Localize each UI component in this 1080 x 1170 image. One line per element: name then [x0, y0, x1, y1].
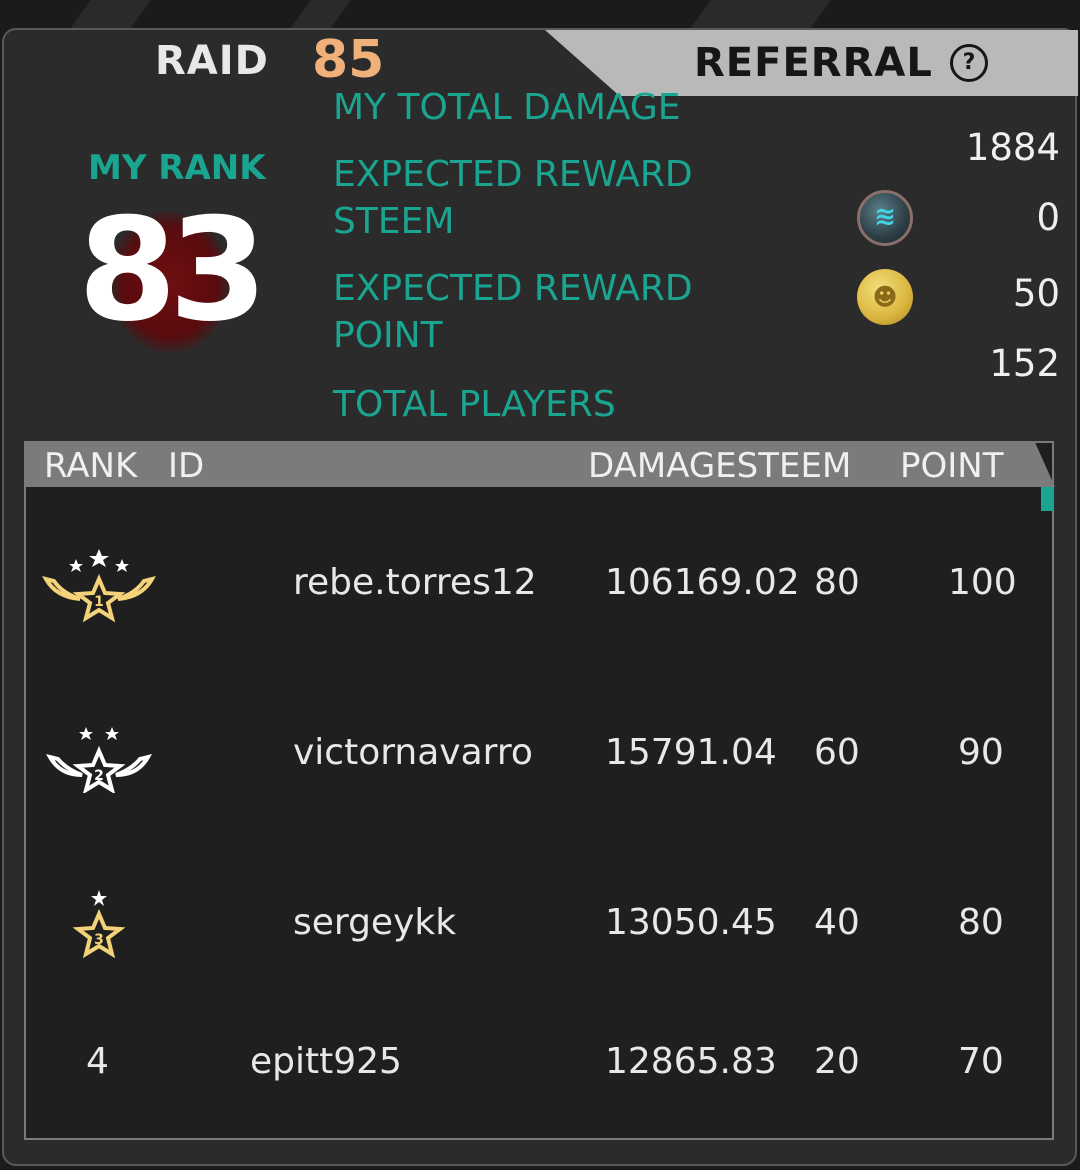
reward-steem-label-line2: STEEM	[333, 201, 455, 242]
row-4-rank: 4	[86, 1041, 109, 1082]
gold-point-coin-icon: ☻	[857, 269, 913, 325]
row-2-damage: 15791.04	[605, 732, 777, 773]
header-rank: RANK	[44, 446, 138, 486]
total-damage-label: MY TOTAL DAMAGE	[333, 87, 681, 128]
background-stripe	[69, 0, 151, 30]
my-rank-label: MY RANK	[88, 148, 266, 188]
reward-point-label-line1: EXPECTED REWARD	[333, 268, 693, 309]
steem-coin-icon: ≋	[857, 190, 913, 246]
row-1-damage: 106169.02	[605, 562, 800, 603]
leaderboard-table[interactable]	[24, 441, 1054, 1140]
row-3-steem: 40	[814, 902, 860, 943]
reward-point-label-line2: POINT	[333, 315, 443, 356]
row-2-steem: 60	[814, 732, 860, 773]
question-circle-icon[interactable]: ?	[950, 44, 988, 82]
reward-steem-label-line1: EXPECTED REWARD	[333, 154, 693, 195]
rank-1-gold-medal-icon: 1	[42, 549, 156, 623]
total-players-value: 152	[989, 342, 1060, 385]
row-2-id[interactable]: victornavarro	[293, 732, 533, 773]
row-1-id[interactable]: rebe.torres12	[293, 562, 537, 603]
table-scrollbar-thumb[interactable]	[1041, 487, 1053, 511]
header-id: ID	[168, 446, 205, 486]
row-2-point: 90	[958, 732, 1004, 773]
row-4-damage: 12865.83	[605, 1041, 777, 1082]
header-point: POINT	[900, 446, 1004, 486]
row-3-damage: 13050.45	[605, 902, 777, 943]
total-damage-value: 1884	[965, 126, 1060, 169]
row-3-id[interactable]: sergeykk	[293, 902, 456, 943]
row-4-steem: 20	[814, 1041, 860, 1082]
row-1-point: 100	[948, 562, 1017, 603]
rank-2-silver-medal-icon: 2	[46, 727, 152, 793]
total-players-label: TOTAL PLAYERS	[333, 384, 616, 425]
header-damage-steem: DAMAGESTEEM	[588, 446, 852, 486]
background-stripe	[289, 0, 351, 30]
tab-raid[interactable]: RAID	[155, 38, 269, 84]
svg-text:2: 2	[94, 768, 104, 784]
reward-point-value: 50	[1012, 272, 1060, 315]
row-4-point: 70	[958, 1041, 1004, 1082]
row-3-point: 80	[958, 902, 1004, 943]
reward-steem-value: 0	[1036, 196, 1060, 239]
rank-3-bronze-medal-icon: 3	[72, 890, 126, 959]
row-4-id[interactable]: epitt925	[250, 1041, 402, 1082]
background-stripe	[689, 0, 831, 30]
svg-text:3: 3	[94, 932, 104, 948]
svg-text:1: 1	[94, 594, 104, 610]
raid-count-badge: 85	[312, 30, 385, 90]
row-1-steem: 80	[814, 562, 860, 603]
tab-referral[interactable]: REFERRAL	[694, 40, 933, 86]
my-rank-value: 83	[78, 188, 268, 353]
